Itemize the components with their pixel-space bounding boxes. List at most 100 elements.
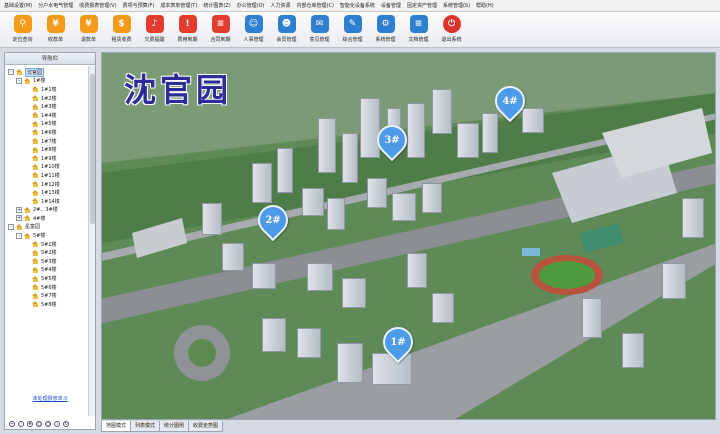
toolbar-button-label: 意见管理 bbox=[309, 37, 330, 43]
tree-node[interactable]: 1#1楼 bbox=[5, 85, 89, 94]
toolbar-button[interactable]: ⏻ 退出系统 bbox=[435, 12, 468, 48]
tree-node[interactable]: 5#5楼 bbox=[5, 274, 89, 283]
tree-expander-icon[interactable]: + bbox=[16, 206, 22, 213]
tree-node[interactable]: - 星富园 bbox=[5, 223, 89, 232]
menu-item[interactable]: 费项与预算(F) bbox=[123, 2, 155, 9]
menu-item[interactable]: 收费报表管理(V) bbox=[79, 2, 116, 9]
toolbar-button-label: 定位查询 bbox=[12, 37, 33, 43]
building bbox=[252, 263, 276, 289]
tree-node-label: 5#楼 bbox=[33, 233, 46, 240]
tree-expander-icon[interactable]: - bbox=[8, 69, 14, 76]
tree-node[interactable]: 1#14楼 bbox=[5, 197, 89, 206]
navigator-title: 导航栏 bbox=[5, 53, 95, 65]
tree-node[interactable]: 1#8楼 bbox=[5, 145, 89, 154]
menu-item[interactable]: 人力资源 bbox=[270, 2, 290, 9]
menu-item[interactable]: 固定资产管理 bbox=[407, 2, 437, 9]
tree-node[interactable]: 1#6楼 bbox=[5, 128, 89, 137]
tree-node[interactable]: 5#2楼 bbox=[5, 248, 89, 257]
tree-node[interactable]: 1#7楼 bbox=[5, 137, 89, 146]
menu-item[interactable]: 分户水电气管理 bbox=[38, 2, 73, 9]
toolbar-button[interactable]: ☻ 会员管理 bbox=[270, 12, 303, 48]
toolbar-button[interactable]: ≡ 合同到期 bbox=[204, 12, 237, 48]
menu-item[interactable]: 内部仓库管理(C) bbox=[297, 2, 334, 9]
building-tree: - 沈官园 -1#楼 1#1楼 1#2楼 1#3楼 1#4楼 1#5楼 1#6楼 1#7楼 1#8楼… bbox=[5, 66, 89, 416]
building bbox=[307, 263, 333, 291]
tree-expander-icon[interactable]: + bbox=[16, 215, 22, 222]
power-icon: ⏻ bbox=[442, 15, 461, 33]
tree-node[interactable]: +4#楼 bbox=[5, 214, 89, 223]
toolbar-button[interactable]: ☺ 人事管理 bbox=[237, 12, 270, 48]
tree-expander-icon[interactable]: - bbox=[8, 223, 14, 230]
tree-node[interactable]: - 沈官园 bbox=[5, 67, 89, 77]
tree-node[interactable]: 1#13楼 bbox=[5, 188, 89, 197]
tree-scrollbar[interactable] bbox=[88, 66, 95, 416]
tree-node-label: 5#8楼 bbox=[41, 301, 57, 308]
menu-item[interactable]: 系统管理(S) bbox=[443, 2, 470, 9]
view-tab[interactable]: 列表模式 bbox=[130, 421, 161, 432]
tree-node[interactable]: 5#8楼 bbox=[5, 300, 89, 309]
toolbar-button[interactable]: ¥ 收款单 bbox=[39, 12, 72, 48]
tree-node[interactable]: 5#3楼 bbox=[5, 257, 89, 266]
tree-node[interactable]: - 5#楼 bbox=[5, 231, 89, 240]
building bbox=[622, 333, 644, 368]
menu-item[interactable]: 帮助(H) bbox=[476, 2, 494, 9]
menu-item[interactable]: 智能化设备系统 bbox=[340, 2, 375, 9]
tree-node-label: 星富园 bbox=[25, 224, 41, 231]
tree-expander-icon[interactable]: - bbox=[16, 232, 22, 239]
building bbox=[337, 343, 363, 383]
pin-label: 1# bbox=[390, 336, 406, 348]
tree-node[interactable]: +2#、3#楼 bbox=[5, 206, 89, 215]
zoom-out-icon[interactable]: - bbox=[18, 421, 24, 427]
menu-item[interactable]: 基础设置(M) bbox=[4, 2, 32, 9]
tree-node[interactable]: 1#9楼 bbox=[5, 154, 89, 163]
menu-item[interactable]: 成本表单管理(T) bbox=[160, 2, 197, 9]
tree-node[interactable]: 1#10楼 bbox=[5, 163, 89, 172]
house-icon bbox=[32, 120, 39, 127]
tree-node[interactable]: 1#3楼 bbox=[5, 102, 89, 111]
building bbox=[482, 113, 498, 153]
message-icon: ✎ bbox=[343, 15, 362, 33]
pending-repair-link[interactable]: 未处理报修单:0 bbox=[4, 395, 96, 402]
view-tab[interactable]: 地图模式 bbox=[101, 421, 132, 432]
view-tab[interactable]: 统计图例 bbox=[159, 421, 190, 432]
tree-node[interactable]: 1#4楼 bbox=[5, 111, 89, 120]
toolbar-button[interactable]: ♪ 欠费提醒 bbox=[138, 12, 171, 48]
tree-node-label: 1#5楼 bbox=[41, 121, 57, 128]
toolbar-button-label: 系统管理 bbox=[375, 37, 396, 43]
tree-node-label: 1#楼 bbox=[33, 78, 46, 85]
info-icon[interactable]: i bbox=[54, 421, 60, 427]
tree-node[interactable]: 5#4楼 bbox=[5, 266, 89, 275]
menu-item[interactable]: 统计图表(Z) bbox=[203, 2, 230, 9]
tree-node-label: 1#10楼 bbox=[41, 164, 60, 171]
toolbar-button[interactable]: ✎ 综合管理 bbox=[336, 12, 369, 48]
zoom-in-icon[interactable]: + bbox=[9, 421, 15, 427]
tree-node[interactable]: 1#12楼 bbox=[5, 180, 89, 189]
map-view[interactable]: 沈官园 1# 2# 3# 4# bbox=[101, 52, 716, 420]
toolbar-button[interactable]: ⚙ 系统管理 bbox=[369, 12, 402, 48]
menu-item[interactable]: 设备管理 bbox=[381, 2, 401, 9]
toolbar-button[interactable]: ≡ 文档管理 bbox=[402, 12, 435, 48]
tree-scrollbar-thumb[interactable] bbox=[90, 74, 95, 224]
house-icon bbox=[32, 138, 39, 145]
toolbar-button[interactable]: ⚲ 定位查询 bbox=[6, 12, 39, 48]
tree-node[interactable]: 5#6楼 bbox=[5, 283, 89, 292]
tree-node[interactable]: 1#11楼 bbox=[5, 171, 89, 180]
tree-expander-icon[interactable]: - bbox=[16, 77, 22, 84]
refresh-icon[interactable]: ↻ bbox=[63, 421, 69, 427]
tree-node[interactable]: 1#5楼 bbox=[5, 120, 89, 129]
tree-node-label: 1#2楼 bbox=[41, 95, 57, 102]
view-tab[interactable]: 收费走势图 bbox=[188, 421, 224, 432]
tree-node[interactable]: 5#7楼 bbox=[5, 291, 89, 300]
toolbar-button[interactable]: $ 租赁收费 bbox=[105, 12, 138, 48]
menu-item[interactable]: 办公管理(O) bbox=[237, 2, 265, 9]
toolbar-button[interactable]: ! 费用到期 bbox=[171, 12, 204, 48]
tree-node[interactable]: - 1#楼 bbox=[5, 77, 89, 86]
toolbar-button[interactable]: ¥ 退款单 bbox=[72, 12, 105, 48]
select-icon[interactable]: ▢ bbox=[45, 421, 51, 427]
fit-icon[interactable]: □ bbox=[36, 421, 42, 427]
toolbar-button[interactable]: ✉ 意见管理 bbox=[303, 12, 336, 48]
tree-node[interactable]: 5#1楼 bbox=[5, 240, 89, 249]
tree-node[interactable]: 1#2楼 bbox=[5, 94, 89, 103]
house-icon bbox=[32, 95, 39, 102]
pan-icon[interactable]: ✥ bbox=[27, 421, 33, 427]
